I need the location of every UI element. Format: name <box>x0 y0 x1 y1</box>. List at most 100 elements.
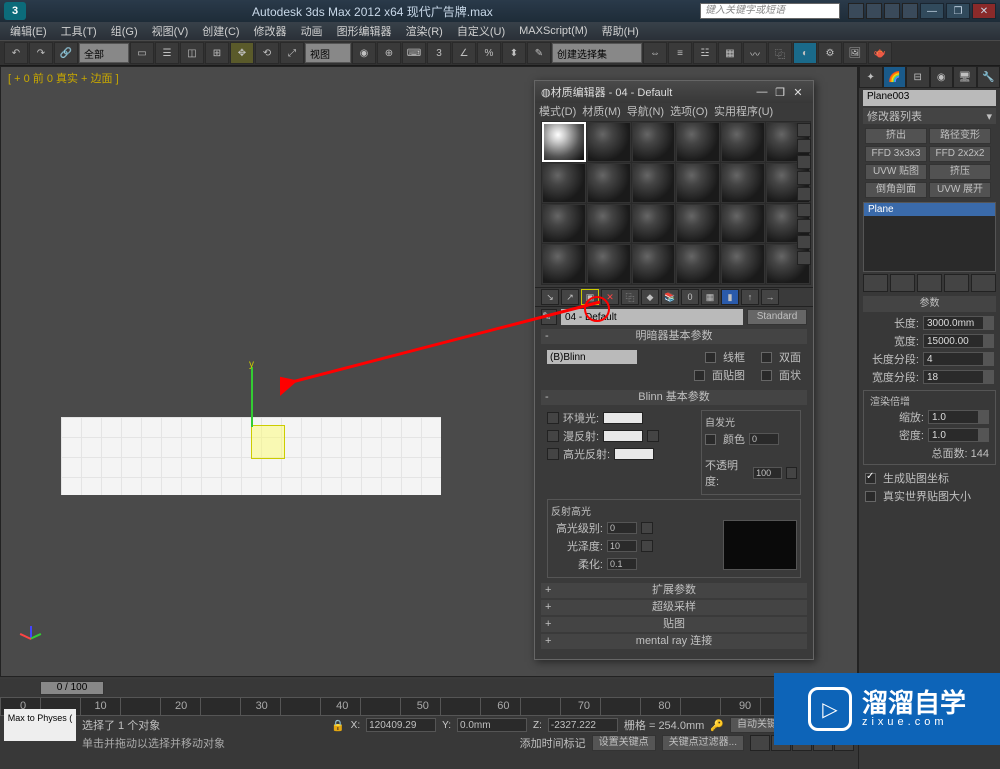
lsegs-spinner[interactable]: 4 <box>923 352 994 366</box>
addtime-label[interactable]: 添加时间标记 <box>520 735 586 751</box>
facemap-checkbox[interactable] <box>694 370 705 381</box>
select-by-mat-icon[interactable] <box>797 235 811 249</box>
ambient-swatch[interactable] <box>603 412 643 424</box>
angle-snap-icon[interactable]: ∠ <box>452 42 476 64</box>
keyfilter-button[interactable]: 关键点过滤器... <box>662 735 744 751</box>
mod-uvwmap-button[interactable]: UVW 贴图 <box>865 164 927 180</box>
mod-ffd222-button[interactable]: FFD 2x2x2 <box>929 146 991 162</box>
material-slot[interactable] <box>542 204 586 244</box>
shader-dropdown[interactable]: (B)Blinn <box>547 350 637 364</box>
selfillum-spinner[interactable]: 0 <box>749 433 779 445</box>
modifier-list-dropdown[interactable]: 修改器列表▾ <box>863 108 996 124</box>
faceted-checkbox[interactable] <box>761 370 772 381</box>
material-slot[interactable] <box>587 163 631 203</box>
sample-type-icon[interactable] <box>797 123 811 137</box>
menu-grapheditors[interactable]: 图形编辑器 <box>333 23 396 39</box>
background-icon[interactable] <box>797 155 811 169</box>
material-slot[interactable] <box>676 244 720 284</box>
help-search-input[interactable]: 键入关键字或短语 <box>700 3 840 19</box>
show-map-icon[interactable]: ▦ <box>701 289 719 305</box>
me-maximize-button[interactable]: ❐ <box>771 86 789 99</box>
key-icon[interactable]: 🔑 <box>710 719 724 732</box>
rollout-mentalray-header[interactable]: +mental ray 连接 <box>541 634 807 649</box>
material-editor-icon[interactable]: ◐ <box>793 42 817 64</box>
signin-icon[interactable] <box>866 3 882 19</box>
track-bar[interactable]: 0102030405060708090100 <box>0 697 858 715</box>
snap-toggle-icon[interactable]: 3 <box>427 42 451 64</box>
mod-bevelprofile-button[interactable]: 倒角剖面 <box>865 182 927 198</box>
gen-map-coords-checkbox[interactable] <box>865 473 876 484</box>
menu-tools[interactable]: 工具(T) <box>57 23 101 39</box>
material-slot[interactable] <box>632 163 676 203</box>
put-to-library-icon[interactable]: 📚 <box>661 289 679 305</box>
gloss-spinner[interactable]: 10 <box>607 540 637 552</box>
go-forward-icon[interactable]: → <box>761 289 779 305</box>
length-spinner[interactable]: 3000.0mm <box>923 316 994 330</box>
make-copy-icon[interactable]: ⿻ <box>621 289 639 305</box>
realworld-map-checkbox[interactable] <box>865 491 876 502</box>
backlight-icon[interactable] <box>797 139 811 153</box>
mirror-icon[interactable]: ⇔ <box>643 42 667 64</box>
maximize-button[interactable]: ❐ <box>946 3 970 19</box>
coord-z-field[interactable]: -2327.222 <box>548 718 618 732</box>
material-id-icon[interactable]: 0 <box>681 289 699 305</box>
display-tab-icon[interactable]: 🖥 <box>953 66 977 88</box>
opacity-spinner[interactable]: 100 <box>753 467 782 479</box>
motion-tab-icon[interactable]: ◉ <box>930 66 954 88</box>
curve-editor-icon[interactable]: 〰 <box>743 42 767 64</box>
utilities-tab-icon[interactable]: 🔧 <box>977 66 1000 88</box>
close-button[interactable]: ✕ <box>972 3 996 19</box>
edit-named-sel-icon[interactable]: ✎ <box>527 42 551 64</box>
material-slot[interactable] <box>587 122 631 162</box>
me-minimize-button[interactable]: — <box>753 86 771 98</box>
modifier-stack-item[interactable]: Plane <box>864 203 995 216</box>
menu-create[interactable]: 创建(C) <box>198 23 243 39</box>
ambient-lock-icon[interactable] <box>547 412 559 424</box>
time-slider[interactable]: 0 / 100 <box>0 679 858 697</box>
material-slot[interactable] <box>721 163 765 203</box>
percent-snap-icon[interactable]: % <box>477 42 501 64</box>
align-icon[interactable]: ≡ <box>668 42 692 64</box>
spec-level-spinner[interactable]: 0 <box>607 522 637 534</box>
menu-animation[interactable]: 动画 <box>297 23 327 39</box>
material-slot[interactable] <box>587 204 631 244</box>
mat-map-nav-icon[interactable] <box>797 251 811 265</box>
rotate-icon[interactable]: ⟲ <box>255 42 279 64</box>
video-color-icon[interactable] <box>797 187 811 201</box>
rollout-shader-header[interactable]: -明暗器基本参数 <box>541 329 807 344</box>
minimize-button[interactable]: — <box>920 3 944 19</box>
material-slot[interactable] <box>632 122 676 162</box>
remove-mod-icon[interactable] <box>944 274 969 292</box>
create-tab-icon[interactable]: ✦ <box>859 66 883 88</box>
material-editor-window[interactable]: ◍ 材质编辑器 - 04 - Default — ❐ ✕ 模式(D) 材质(M)… <box>534 80 814 660</box>
mod-extrude-button[interactable]: 挤出 <box>865 128 927 144</box>
rollout-supersample-header[interactable]: +超级采样 <box>541 600 807 615</box>
width-spinner[interactable]: 15000.00 <box>923 334 994 348</box>
modify-tab-icon[interactable]: 🌈 <box>883 66 907 88</box>
rollout-blinn-header[interactable]: -Blinn 基本参数 <box>541 390 807 405</box>
go-parent-icon[interactable]: ↑ <box>741 289 759 305</box>
material-slot[interactable] <box>542 244 586 284</box>
menu-render[interactable]: 渲染(R) <box>402 23 447 39</box>
mod-uvwunwrap-button[interactable]: UVW 展开 <box>929 182 991 198</box>
material-slot[interactable] <box>587 244 631 284</box>
material-slot-selected[interactable] <box>542 122 586 162</box>
material-type-button[interactable]: Standard <box>747 309 807 325</box>
diffuse-map-icon[interactable] <box>647 430 659 442</box>
viewport-label[interactable]: [ + 0 前 0 真实 + 边面 ] <box>8 70 119 86</box>
render-prod-icon[interactable]: 🫖 <box>868 42 892 64</box>
link-icon[interactable]: 🔗 <box>54 42 78 64</box>
favorites-icon[interactable] <box>884 3 900 19</box>
gloss-map-icon[interactable] <box>641 540 653 552</box>
sample-uv-icon[interactable] <box>797 171 811 185</box>
get-material-icon[interactable]: ↘ <box>541 289 559 305</box>
material-slot[interactable] <box>721 244 765 284</box>
schematic-icon[interactable]: ⿻ <box>768 42 792 64</box>
spec-map-icon[interactable] <box>641 522 653 534</box>
options-icon[interactable] <box>797 219 811 233</box>
pin-stack-icon[interactable] <box>863 274 888 292</box>
pick-material-icon[interactable]: ✎ <box>541 309 557 325</box>
mod-ffd333-button[interactable]: FFD 3x3x3 <box>865 146 927 162</box>
select-manip-icon[interactable]: ⊕ <box>377 42 401 64</box>
assign-to-selection-icon[interactable]: ▣ <box>581 289 599 305</box>
